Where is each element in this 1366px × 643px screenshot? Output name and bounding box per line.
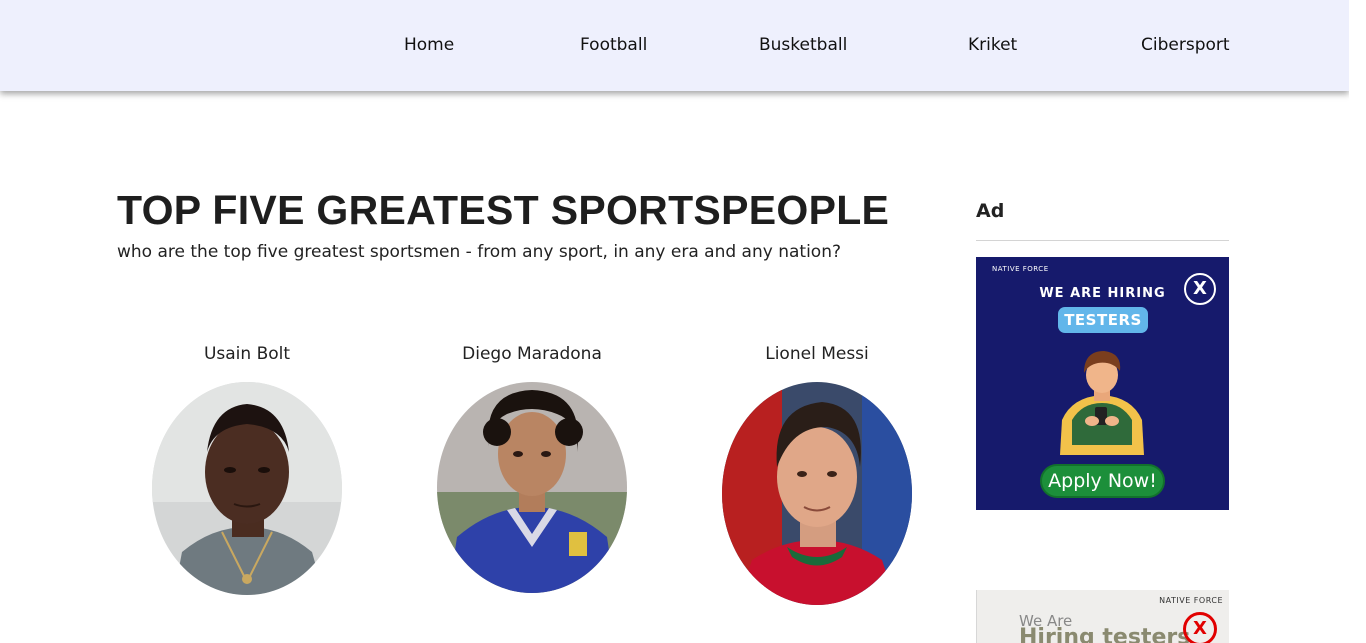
nav-football-link[interactable]: Football bbox=[580, 35, 647, 55]
person-with-phone-icon bbox=[1060, 351, 1144, 455]
nav-busketball-link[interactable]: Busketball bbox=[759, 35, 847, 55]
ad-headline: WE ARE HIRING bbox=[1039, 286, 1166, 301]
ad-banner-hiring-testers[interactable]: NATIVE FORCE X WE ARE HIRING TESTERS App… bbox=[976, 257, 1229, 510]
ad-brand-logo: NATIVE FORCE bbox=[992, 265, 1049, 273]
athlete-photo-lionel-messi bbox=[722, 382, 912, 605]
top-navbar: Home Football Busketball Kriket Ciberspo… bbox=[0, 0, 1349, 91]
athlete-portrait-image bbox=[152, 382, 342, 595]
nav-kriket-link[interactable]: Kriket bbox=[968, 35, 1017, 55]
ad2-line2: Hiring testers bbox=[1019, 625, 1191, 643]
page-subtitle: who are the top five greatest sportsmen … bbox=[117, 242, 841, 262]
athlete-name-diego-maradona: Diego Maradona bbox=[462, 344, 602, 364]
athlete-portrait-image bbox=[722, 382, 912, 605]
nav-cibersport-link[interactable]: Cibersport bbox=[1141, 35, 1230, 55]
page-scrollbar[interactable] bbox=[1349, 0, 1366, 643]
athlete-portrait-image bbox=[437, 382, 627, 593]
athlete-photo-usain-bolt bbox=[152, 382, 342, 595]
ad2-close-button[interactable]: X bbox=[1183, 612, 1217, 643]
athlete-name-lionel-messi: Lionel Messi bbox=[765, 344, 869, 364]
page-title: TOP FIVE GREATEST SPORTSPEOPLE bbox=[117, 187, 890, 233]
ad2-brand-logo: NATIVE FORCE bbox=[1159, 596, 1223, 605]
ad-divider bbox=[976, 240, 1229, 241]
nav-home-link[interactable]: Home bbox=[404, 35, 454, 55]
ad-label: Ad bbox=[976, 200, 1005, 222]
athlete-photo-diego-maradona bbox=[437, 382, 627, 593]
ad-banner-hiring-testers-2[interactable]: NATIVE FORCE We Are Hiring testers X bbox=[976, 590, 1229, 643]
athlete-name-usain-bolt: Usain Bolt bbox=[203, 344, 291, 364]
ad-highlight-pill: TESTERS bbox=[1058, 307, 1148, 333]
ad-apply-now-button[interactable]: Apply Now! bbox=[1040, 464, 1165, 498]
